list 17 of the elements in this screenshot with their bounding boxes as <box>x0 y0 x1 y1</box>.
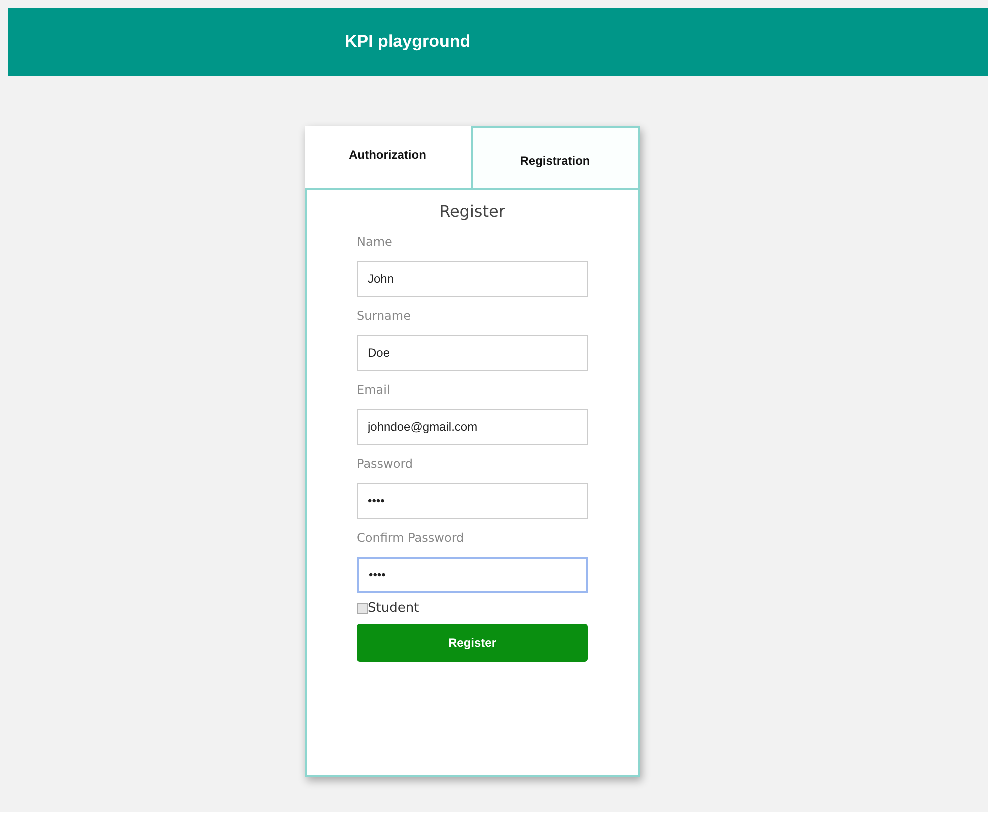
input-field[interactable]: •••• <box>357 557 588 593</box>
register-button[interactable]: Register <box>357 624 588 662</box>
form-title: Register <box>438 202 506 221</box>
field-label: Password <box>357 457 414 471</box>
input-field[interactable]: John <box>357 261 588 297</box>
field-label: Email <box>357 383 392 397</box>
input-field[interactable]: Doe <box>357 335 588 371</box>
checkbox-label: Student <box>368 601 420 616</box>
app-title: KPI playground <box>345 32 471 52</box>
tab[interactable]: Authorization <box>305 126 470 188</box>
field-label: Confirm Password <box>357 531 466 545</box>
tab[interactable]: Registration <box>470 126 640 188</box>
checkbox[interactable] <box>357 603 368 614</box>
field-label: Name <box>357 235 394 249</box>
input-field[interactable]: •••• <box>357 483 588 519</box>
input-field[interactable]: johndoe@gmail.com <box>357 409 588 445</box>
field-label: Surname <box>357 309 412 323</box>
